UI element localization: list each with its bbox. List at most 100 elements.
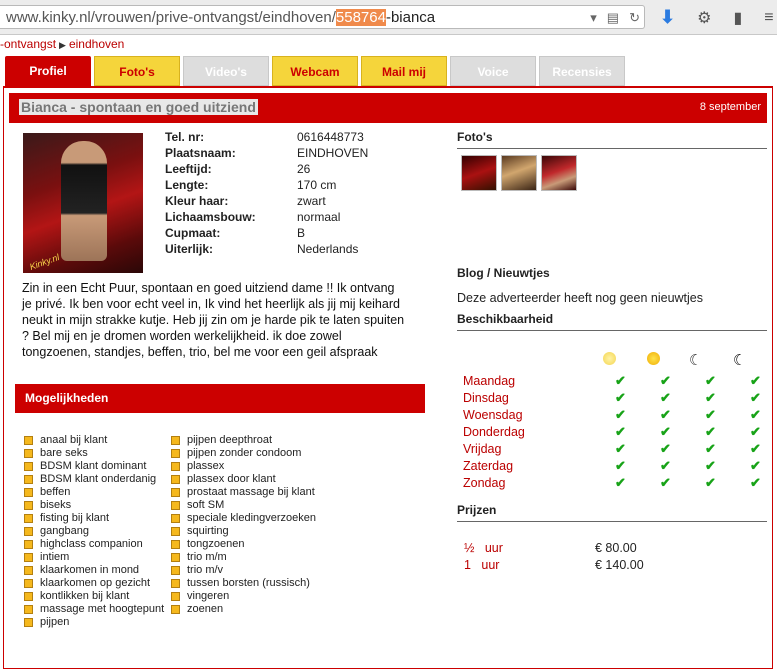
- divider: [457, 330, 767, 331]
- mogelijkheid-item: prostaat massage bij klant: [171, 486, 316, 499]
- bullet-icon: [24, 592, 33, 601]
- mogelijkheid-item: tongzoenen: [171, 538, 316, 551]
- mogelijkheid-label: prostaat massage bij klant: [187, 486, 315, 498]
- detail-value: normaal: [297, 210, 341, 224]
- mogelijkheid-label: kontlikken bij klant: [40, 590, 130, 602]
- bullet-icon: [24, 553, 33, 562]
- photo-figure: [61, 141, 107, 261]
- morning-sun-icon: [603, 352, 616, 365]
- detail-label: Plaatsnaam:: [165, 146, 236, 160]
- tab-mail-mij[interactable]: Mail mij: [361, 56, 447, 86]
- detail-value: 170 cm: [297, 178, 337, 192]
- photo-thumbnail[interactable]: [461, 155, 497, 191]
- availability-heading: Beschikbaarheid: [457, 312, 554, 326]
- profile-tabs: Profiel Foto's Video's Webcam Mail mij V…: [5, 56, 625, 86]
- check-icon: ✔: [615, 406, 626, 422]
- tab-videos[interactable]: Video's: [183, 56, 269, 86]
- tab-fotos[interactable]: Foto's: [94, 56, 180, 86]
- afternoon-sun-icon: [647, 352, 660, 365]
- day-label: Woensdag: [463, 407, 523, 422]
- bullet-icon: [24, 618, 33, 627]
- profile-date: 8 september: [699, 101, 761, 113]
- reload-icon[interactable]: ↻: [629, 6, 640, 30]
- detail-row: Tel. nr: 0616448773: [165, 130, 368, 146]
- tab-recensies[interactable]: Recensies: [539, 56, 625, 86]
- prices-heading: Prijzen: [457, 503, 497, 517]
- mogelijkheid-label: massage met hoogtepunt: [40, 603, 165, 615]
- mogelijkheid-item: intiem: [24, 551, 164, 564]
- price-unit: uur: [484, 541, 503, 555]
- mogelijkheid-label: trio m/m: [187, 551, 227, 563]
- detail-value: zwart: [297, 194, 326, 208]
- check-icon: ✔: [750, 423, 761, 439]
- tab-voice[interactable]: Voice: [450, 56, 536, 86]
- clipboard-icon[interactable]: ▮: [733, 8, 742, 28]
- mogelijkheid-label: trio m/v: [187, 564, 224, 576]
- day-label: Donderdag: [463, 424, 525, 439]
- menu-icon[interactable]: ≡: [764, 9, 773, 27]
- check-icon: ✔: [615, 440, 626, 456]
- detail-label: Lichaamsbouw:: [165, 210, 256, 224]
- check-icon: ✔: [660, 406, 671, 422]
- mogelijkheid-item: plassex door klant: [171, 473, 316, 486]
- mogelijkheid-item: klaarkomen op gezicht: [24, 577, 164, 590]
- availability-row: Vrijdag ✔ ✔ ✔ ✔: [463, 440, 777, 457]
- detail-value: 0616448773: [297, 130, 364, 144]
- check-icon: ✔: [705, 440, 716, 456]
- detail-label: Lengte:: [165, 178, 209, 192]
- mogelijkheid-label: squirting: [187, 525, 229, 537]
- mogelijkheid-label: vingeren: [187, 590, 230, 602]
- breadcrumb-arrow-icon: ▶: [59, 40, 66, 50]
- photo-thumbnail[interactable]: [541, 155, 577, 191]
- mogelijkheid-label: soft SM: [187, 499, 225, 511]
- availability-table: Maandag ✔ ✔ ✔ ✔ Dinsdag ✔ ✔ ✔ ✔ Woensdag ✔ ✔ ✔ ✔ Donder…: [463, 372, 777, 491]
- divider: [457, 521, 767, 522]
- profile-photo[interactable]: Kinky.nl: [23, 133, 143, 273]
- price-duration: ½ uur: [464, 541, 503, 555]
- bullet-icon: [24, 605, 33, 614]
- addon-icon[interactable]: ⚙: [697, 8, 711, 28]
- breadcrumb-item-eindhoven[interactable]: eindhoven: [69, 37, 124, 51]
- availability-row: Maandag ✔ ✔ ✔ ✔: [463, 372, 777, 389]
- mogelijkheid-label: highclass companion: [40, 538, 143, 550]
- mogelijkheid-item: biseks: [24, 499, 164, 512]
- availability-row: Dinsdag ✔ ✔ ✔ ✔: [463, 389, 777, 406]
- mogelijkheden-column-2: pijpen deepthroat pijpen zonder condoom pl…: [171, 434, 316, 616]
- availability-row: Donderdag ✔ ✔ ✔ ✔: [463, 423, 777, 440]
- photo-thumbnail[interactable]: [501, 155, 537, 191]
- day-label: Zondag: [463, 475, 506, 490]
- availability-row: Woensdag ✔ ✔ ✔ ✔: [463, 406, 777, 423]
- tab-webcam[interactable]: Webcam: [272, 56, 358, 86]
- bullet-icon: [24, 449, 33, 458]
- bullet-icon: [24, 514, 33, 523]
- detail-row: Kleur haar: zwart: [165, 194, 368, 210]
- tab-profiel[interactable]: Profiel: [5, 56, 91, 86]
- night-moon-icon: ☾: [733, 352, 747, 369]
- detail-value: 26: [297, 162, 311, 176]
- detail-value: EINDHOVEN: [297, 146, 369, 160]
- reader-icon[interactable]: ▤: [607, 6, 619, 30]
- bullet-icon: [171, 436, 180, 445]
- check-icon: ✔: [750, 457, 761, 473]
- photo-watermark: Kinky.nl: [28, 252, 61, 272]
- bullet-icon: [24, 475, 33, 484]
- divider: [457, 148, 767, 149]
- breadcrumb-item-ontvangst[interactable]: -ontvangst: [0, 37, 56, 51]
- check-icon: ✔: [705, 423, 716, 439]
- mogelijkheid-item: kontlikken bij klant: [24, 590, 164, 603]
- mogelijkheid-item: squirting: [171, 525, 316, 538]
- bullet-icon: [171, 501, 180, 510]
- bullet-icon: [171, 475, 180, 484]
- detail-label: Tel. nr:: [165, 130, 205, 144]
- check-icon: ✔: [750, 406, 761, 422]
- mogelijkheid-item: beffen: [24, 486, 164, 499]
- mogelijkheid-item: zoenen: [171, 603, 316, 616]
- mogelijkheden-column-1: anaal bij klant bare seks BDSM klant domin…: [24, 434, 164, 629]
- mogelijkheid-item: plassex: [171, 460, 316, 473]
- bullet-icon: [171, 592, 180, 601]
- bullet-icon: [171, 540, 180, 549]
- check-icon: ✔: [660, 423, 671, 439]
- url-input[interactable]: www.kinky.nl/vrouwen/prive-ontvangst/ein…: [0, 5, 645, 29]
- dropdown-icon[interactable]: ▾: [590, 6, 597, 30]
- download-icon[interactable]: ⬇: [660, 7, 675, 28]
